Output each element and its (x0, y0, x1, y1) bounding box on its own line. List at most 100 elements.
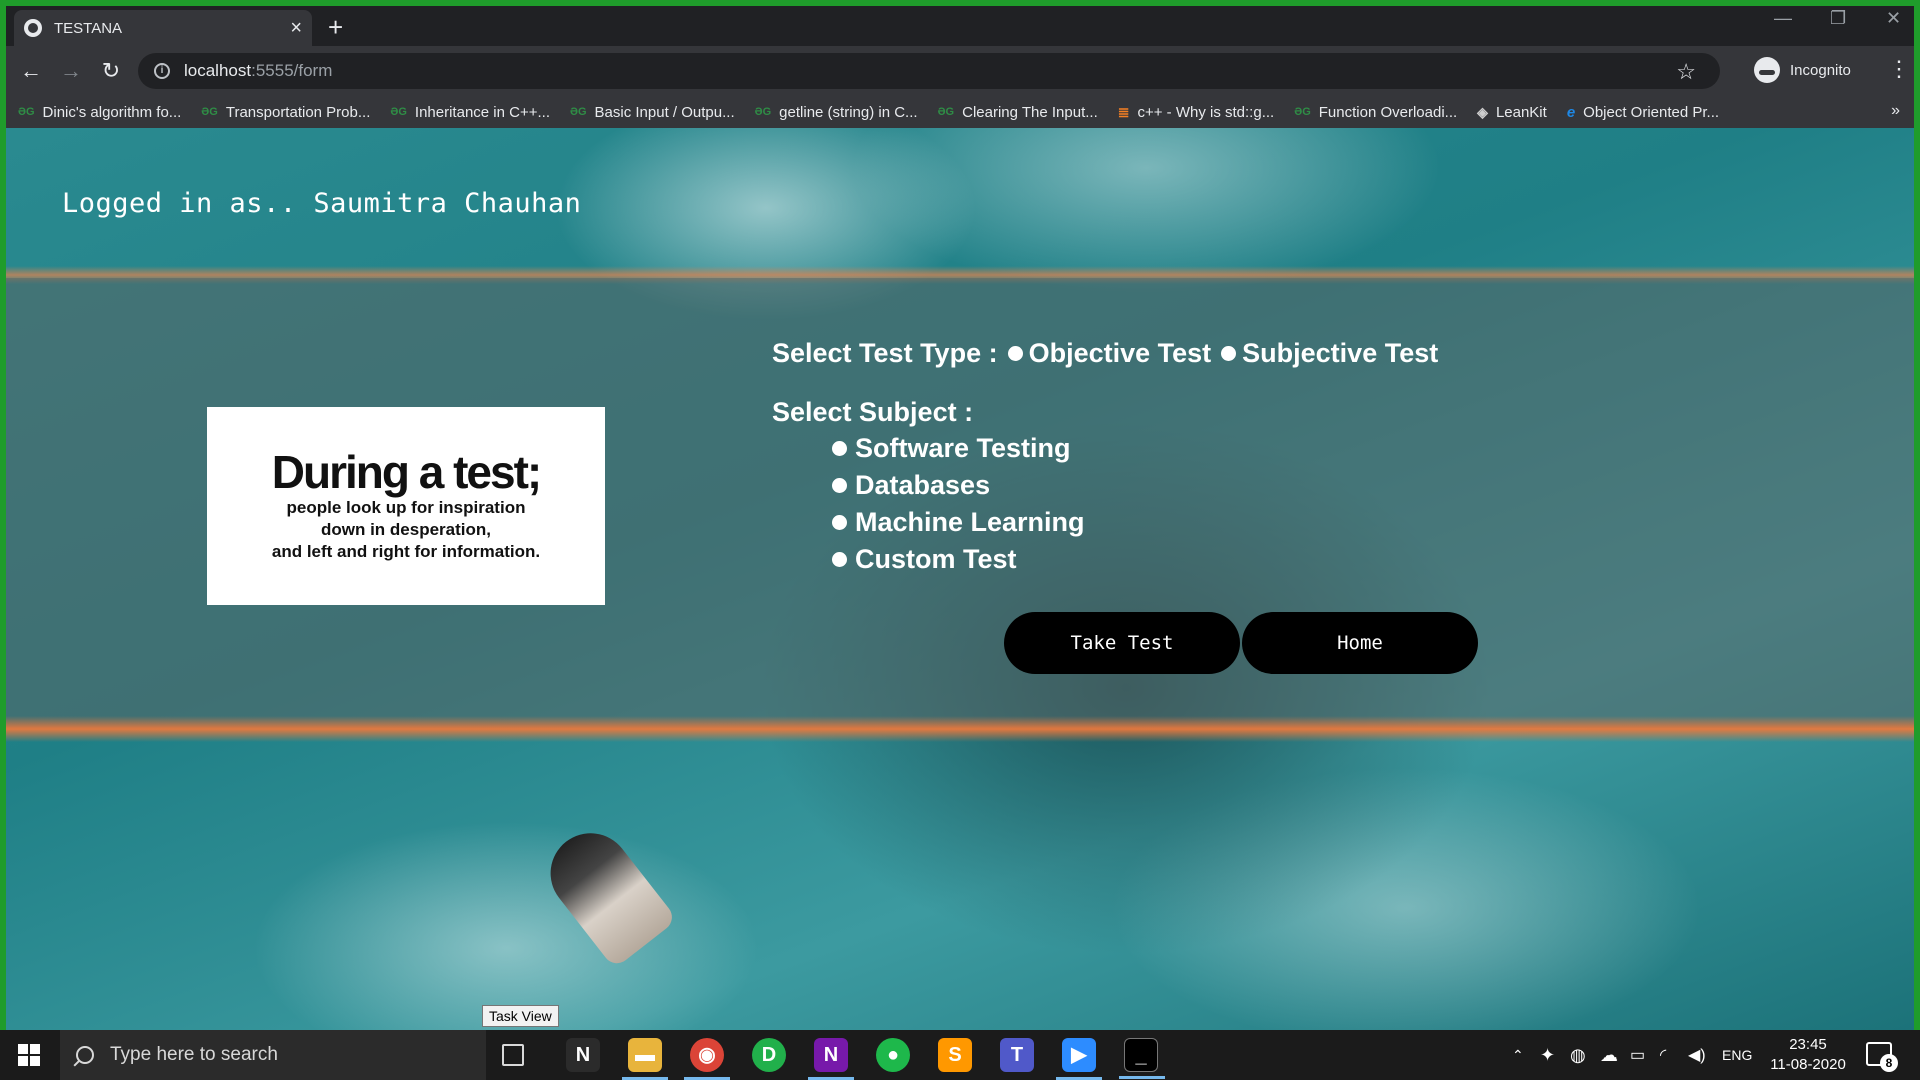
bookmark-item[interactable]: ƏG Basic Input / Outpu... (570, 104, 735, 121)
url-path: :5555/form (251, 61, 333, 80)
radio-subjective-test[interactable] (1221, 346, 1237, 361)
antivirus-icon[interactable]: ◍ (1570, 1030, 1586, 1080)
file-explorer-icon[interactable]: ▬ (622, 1038, 668, 1080)
band-divider-bottom (6, 716, 1914, 742)
gfg-icon: ƏG (570, 106, 587, 118)
bookmark-item[interactable]: ƏG Dinic's algorithm fo... (18, 104, 181, 121)
info-icon[interactable]: i (154, 63, 170, 79)
clock-time: 23:45 (1789, 1036, 1827, 1053)
bookmark-label: Dinic's algorithm fo... (42, 103, 182, 121)
subject-label-text[interactable]: Software Testing (855, 430, 1071, 467)
forward-button[interactable]: → (56, 56, 86, 86)
restore-button[interactable]: ❐ (1830, 8, 1846, 29)
close-window-button[interactable]: ✕ (1886, 8, 1901, 29)
notion-icon[interactable]: N (566, 1038, 600, 1072)
windows-taskbar: Type here to search N ▬ ◉ D N ● S T ▶ _ … (0, 1030, 1920, 1080)
test-type-label: Select Test Type : (772, 338, 998, 368)
gfg-icon: ƏG (390, 106, 407, 118)
stackoverflow-icon: ≣ (1117, 103, 1130, 120)
notification-badge: 8 (1880, 1054, 1898, 1072)
quote-heading: During a test; (271, 446, 542, 498)
incognito-profile-button[interactable]: Incognito (1754, 52, 1851, 88)
radio-objective-test[interactable] (1007, 346, 1023, 361)
url-host: localhost (184, 61, 252, 80)
browser-window: TESTANA × + — ❐ ✕ ← → ↻ i localhost:5555… (6, 6, 1914, 128)
bookmark-label: getline (string) in C... (779, 103, 918, 121)
subject-option[interactable]: Custom Test (832, 541, 1438, 578)
new-tab-button[interactable]: + (328, 12, 343, 43)
test-type-row: Select Test Type : Objective Test Subjec… (772, 338, 1438, 369)
incognito-label: Incognito (1790, 61, 1851, 79)
boat-image (534, 817, 678, 969)
option-objective-test[interactable]: Objective Test (1029, 338, 1212, 369)
bookmark-item[interactable]: ƏG Clearing The Input... (938, 104, 1098, 121)
terminal-icon[interactable]: _ (1119, 1038, 1165, 1079)
bookmark-item[interactable]: ◈ LeanKit (1477, 104, 1547, 121)
language-indicator[interactable]: ENG (1722, 1030, 1752, 1080)
subject-label-text[interactable]: Databases (855, 467, 990, 504)
bookmark-item[interactable]: ƏG Inheritance in C++... (390, 104, 550, 121)
start-button[interactable] (18, 1044, 40, 1066)
option-subjective-test[interactable]: Subjective Test (1242, 338, 1438, 369)
chrome-icon[interactable]: ◉ (684, 1038, 730, 1080)
volume-icon[interactable]: ◀) (1688, 1030, 1706, 1080)
pycharm-icon[interactable]: D (752, 1038, 786, 1072)
quote-card: During a test; people look up for inspir… (207, 407, 605, 605)
bookmark-item[interactable]: ≣ c++ - Why is std::g... (1118, 104, 1274, 121)
test-form: Select Test Type : Objective Test Subjec… (772, 338, 1438, 578)
clock-date: 11-08-2020 (1770, 1056, 1846, 1073)
zoom-icon[interactable]: ▶ (1056, 1038, 1102, 1080)
teams-icon[interactable]: T (1000, 1038, 1034, 1072)
taskbar-clock[interactable]: 23:45 11-08-2020 (1762, 1035, 1854, 1075)
gfg-icon: ƏG (937, 106, 955, 118)
close-tab-icon[interactable]: × (290, 17, 302, 40)
address-bar[interactable]: i localhost:5555/form ☆ (138, 53, 1720, 89)
notification-center-icon[interactable]: 8 (1866, 1042, 1898, 1072)
onedrive-icon[interactable]: ☁ (1600, 1030, 1618, 1080)
bookmark-item[interactable]: e Object Oriented Pr... (1567, 104, 1719, 121)
gfg-icon: ƏG (1294, 106, 1311, 118)
minimize-button[interactable]: — (1774, 8, 1792, 29)
gfg-icon: ƏG (18, 106, 35, 118)
home-button[interactable]: Home (1242, 612, 1478, 674)
bookmark-star-icon[interactable]: ☆ (1676, 59, 1696, 85)
wifi-icon[interactable]: ◜ (1660, 1030, 1666, 1080)
bookmark-item[interactable]: ƏG Transportation Prob... (201, 104, 370, 121)
battery-icon[interactable]: ▭ (1630, 1030, 1645, 1080)
bookmarks-overflow-icon[interactable]: » (1891, 102, 1900, 120)
bookmark-label: LeanKit (1495, 103, 1547, 121)
subject-option[interactable]: Software Testing (832, 430, 1438, 467)
reload-button[interactable]: ↻ (96, 56, 126, 86)
taskbar-search[interactable]: Type here to search (60, 1030, 486, 1080)
bookmark-item[interactable]: ƏG Function Overloadi... (1294, 104, 1457, 121)
globe-icon (24, 19, 42, 37)
subject-label-text[interactable]: Machine Learning (855, 504, 1085, 541)
bookmark-label: Object Oriented Pr... (1583, 103, 1720, 121)
radio-databases[interactable] (832, 478, 847, 493)
evernote-icon[interactable]: ● (876, 1038, 910, 1072)
take-test-button[interactable]: Take Test (1004, 612, 1240, 674)
quote-line: people look up for inspiration (286, 498, 526, 517)
tray-overflow-icon[interactable]: ⌃ (1512, 1030, 1524, 1080)
bookmark-item[interactable]: ƏG getline (string) in C... (755, 104, 918, 121)
radio-machine-learning[interactable] (832, 515, 847, 530)
bookmarks-bar: ƏG Dinic's algorithm fo... ƏG Transportati… (6, 96, 1914, 128)
tab-testana[interactable]: TESTANA × (14, 10, 312, 46)
bookmark-label: Inheritance in C++... (414, 103, 550, 121)
radio-custom-test[interactable] (832, 552, 847, 567)
quote-line: down in desperation, (320, 520, 491, 539)
bookmark-label: Clearing The Input... (962, 103, 1098, 121)
bookmark-label: Basic Input / Outpu... (594, 103, 735, 121)
subject-option[interactable]: Databases (832, 467, 1438, 504)
tab-title: TESTANA (54, 19, 123, 37)
subject-label-text[interactable]: Custom Test (855, 541, 1017, 578)
task-view-icon[interactable] (502, 1044, 524, 1066)
sublime-text-icon[interactable]: S (938, 1038, 972, 1072)
radio-software-testing[interactable] (832, 441, 847, 456)
dropbox-icon[interactable]: ✦ (1540, 1030, 1555, 1080)
onenote-icon[interactable]: N (808, 1038, 854, 1080)
browser-menu-button[interactable]: ⋮ (1888, 56, 1910, 82)
subject-option[interactable]: Machine Learning (832, 504, 1438, 541)
back-button[interactable]: ← (16, 56, 46, 86)
task-view-tooltip: Task View (482, 1005, 559, 1027)
